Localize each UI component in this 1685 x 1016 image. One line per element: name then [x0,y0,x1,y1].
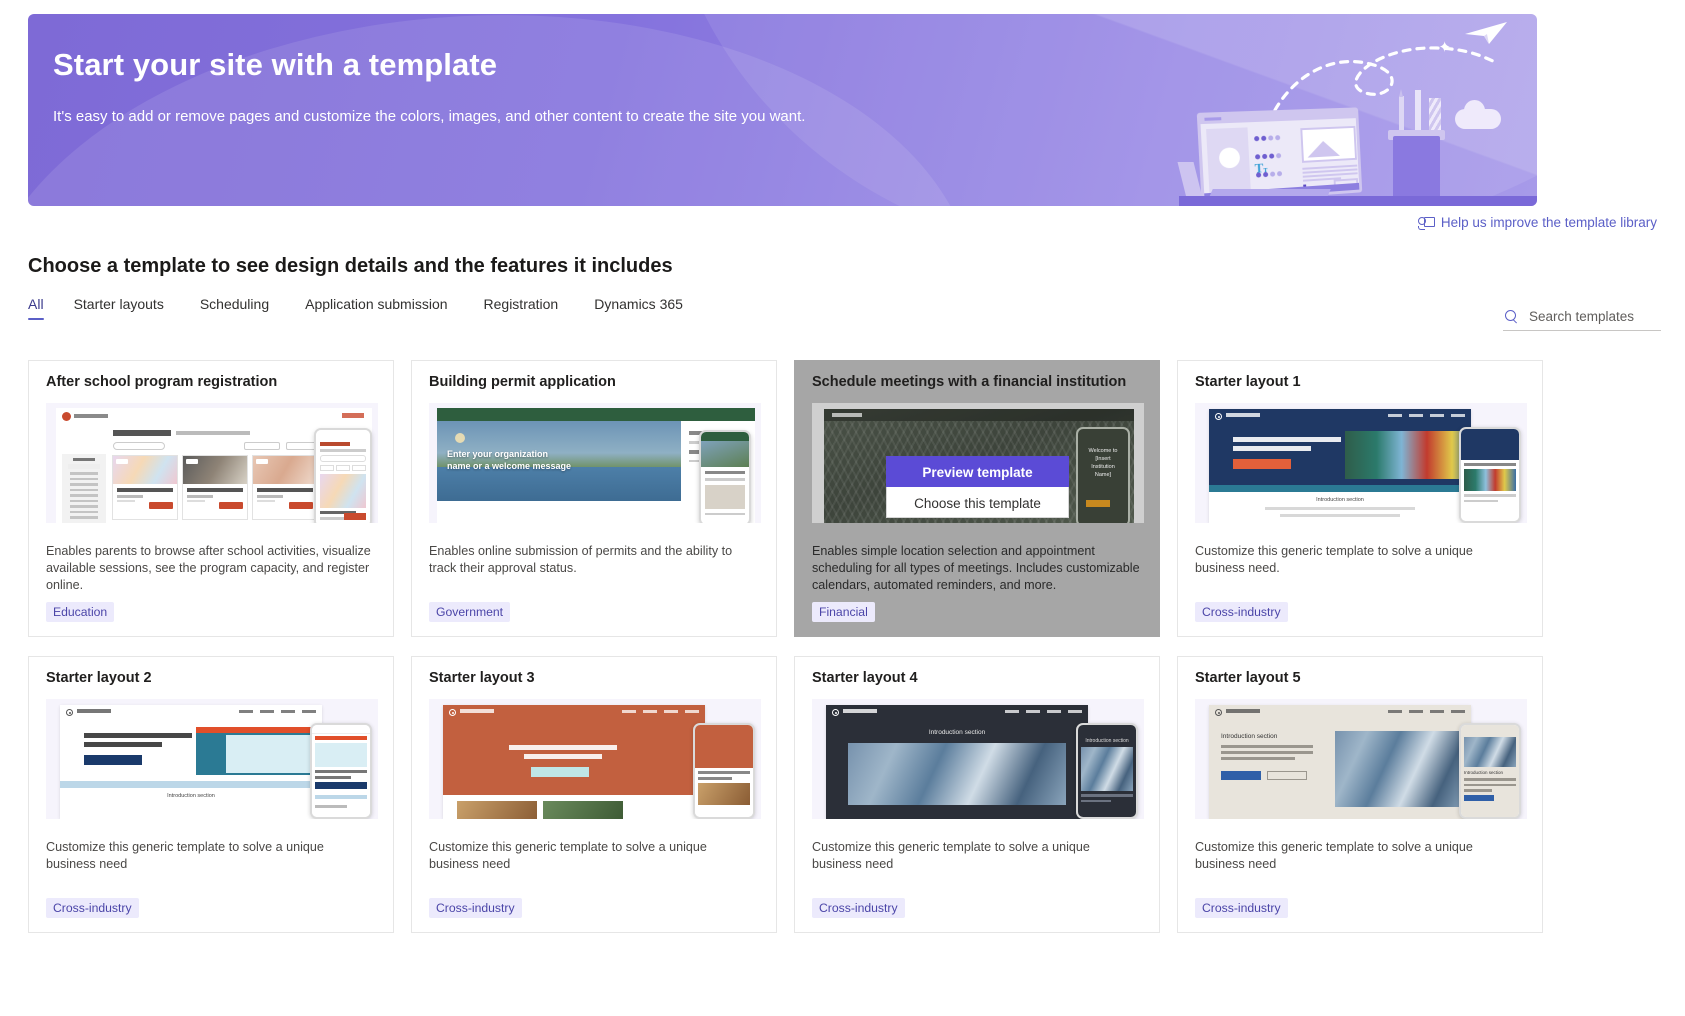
card-description: Customize this generic template to solve… [812,840,1090,871]
card-category-badge: Financial [812,602,875,622]
page-title: Choose a template to see design details … [28,255,673,277]
template-grid: After school program registration Enable… [28,360,1561,933]
card-thumbnail [46,403,378,523]
card-category-badge: Cross-industry [812,898,905,918]
template-filter-tabs: All Starter layouts Scheduling Applicati… [28,292,719,322]
tab-all[interactable]: All [28,292,52,322]
template-card-starter-layout-3[interactable]: Starter layout 3 Customize this generic … [411,656,777,933]
hero-illustration: ✦ Tт [1177,14,1537,206]
search-box[interactable] [1503,305,1661,331]
help-improve-link[interactable]: Help us improve the template library [1417,215,1657,230]
card-thumbnail: Introduction section Introduction sectio… [812,699,1144,819]
search-icon [1505,309,1519,324]
card-title: Starter layout 5 [1195,670,1301,686]
template-card-starter-layout-5[interactable]: Starter layout 5 Introduction section In… [1177,656,1543,933]
cloud-icon [1455,100,1501,129]
card-title: Starter layout 3 [429,670,535,686]
card-title: Starter layout 4 [812,670,918,686]
card-thumbnail [429,699,761,819]
card-title: Starter layout 2 [46,670,152,686]
card-category-badge: Cross-industry [1195,602,1288,622]
card-category-badge: Cross-industry [1195,898,1288,918]
search-input[interactable] [1527,308,1657,325]
card-title: Building permit application [429,374,616,390]
tab-scheduling[interactable]: Scheduling [200,292,285,322]
hero-title: Start your site with a template [53,47,498,82]
card-description: Customize this generic template to solve… [429,840,707,871]
template-picker-page: Start your site with a template It's eas… [0,0,1685,1016]
tab-starter-layouts[interactable]: Starter layouts [74,292,180,322]
template-card-financial-meetings[interactable]: Schedule meetings with a financial insti… [794,360,1160,637]
card-description: Enables simple location selection and ap… [812,544,1140,592]
tab-dynamics-365[interactable]: Dynamics 365 [594,292,699,322]
hero-subtitle: It's easy to add or remove pages and cus… [53,108,806,125]
card-category-badge: Government [429,602,511,622]
card-category-badge: Cross-industry [46,898,139,918]
tab-registration[interactable]: Registration [484,292,575,322]
desk-surface [1179,196,1537,206]
card-thumbnail: Introduction section [46,699,378,819]
template-card-starter-layout-1[interactable]: Starter layout 1 Introduction section Cu… [1177,360,1543,637]
card-description: Customize this generic template to solve… [1195,544,1473,575]
card-description: Enables parents to browse after school a… [46,544,371,592]
choose-template-button[interactable]: Choose this template [886,487,1069,518]
card-category-badge: Education [46,602,115,622]
card-thumbnail: Introduction section [1195,403,1527,523]
card-description: Customize this generic template to solve… [46,840,324,871]
card-title: Schedule meetings with a financial insti… [812,374,1127,390]
preview-template-button[interactable]: Preview template [886,456,1069,487]
card-description: Enables online submission of permits and… [429,544,733,575]
pen-cup [1393,136,1440,198]
template-card-after-school[interactable]: After school program registration Enable… [28,360,394,637]
template-card-starter-layout-2[interactable]: Starter layout 2 Introduction section Cu… [28,656,394,933]
template-card-starter-layout-4[interactable]: Starter layout 4 Introduction section In… [794,656,1160,933]
feedback-person-icon [1417,216,1435,230]
card-thumbnail: Enter your organization name or a welcom… [429,403,761,523]
tab-application-submission[interactable]: Application submission [305,292,463,322]
card-title: Starter layout 1 [1195,374,1301,390]
card-hover-actions: Preview template Choose this template [886,456,1069,518]
help-improve-label: Help us improve the template library [1440,215,1657,230]
hero-banner: Start your site with a template It's eas… [28,14,1537,206]
paper-plane-icon [1465,22,1507,44]
card-category-badge: Cross-industry [429,898,522,918]
template-card-building-permit[interactable]: Building permit application Enter your o… [411,360,777,637]
card-title: After school program registration [46,374,278,390]
card-description: Customize this generic template to solve… [1195,840,1473,871]
card-thumbnail: Introduction section [1195,699,1527,819]
